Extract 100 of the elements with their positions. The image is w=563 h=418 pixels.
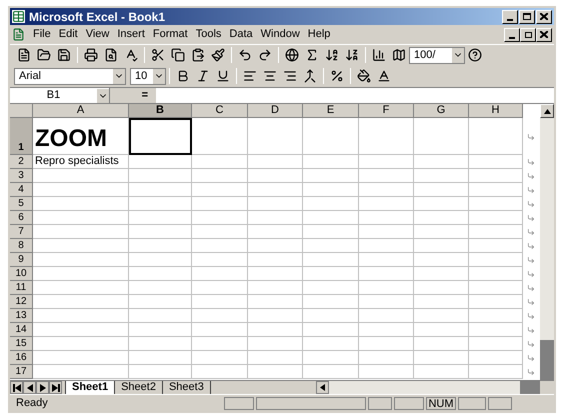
row-header[interactable]: 12 xyxy=(10,295,33,309)
table-cell[interactable] xyxy=(33,337,129,351)
table-cell[interactable] xyxy=(469,323,523,337)
table-cell[interactable] xyxy=(33,323,129,337)
row-header[interactable]: 16 xyxy=(10,351,33,365)
table-cell[interactable] xyxy=(359,365,414,379)
scroll-left-icon[interactable] xyxy=(316,381,329,394)
menu-item[interactable]: Insert xyxy=(113,26,149,43)
table-cell[interactable] xyxy=(469,253,523,267)
table-cell[interactable] xyxy=(248,267,303,281)
row-header[interactable]: 5 xyxy=(10,197,33,211)
column-header[interactable]: H xyxy=(469,104,523,118)
menu-item[interactable]: Data xyxy=(225,26,257,43)
table-cell[interactable] xyxy=(303,155,359,169)
table-cell[interactable] xyxy=(248,365,303,379)
table-cell[interactable] xyxy=(129,155,192,169)
table-cell[interactable] xyxy=(129,197,192,211)
table-cell[interactable] xyxy=(192,337,248,351)
table-cell[interactable] xyxy=(359,239,414,253)
table-cell[interactable] xyxy=(359,295,414,309)
table-cell[interactable] xyxy=(414,225,469,239)
table-cell[interactable] xyxy=(414,365,469,379)
table-cell[interactable] xyxy=(192,295,248,309)
table-cell[interactable] xyxy=(414,253,469,267)
table-cell[interactable] xyxy=(303,183,359,197)
table-cell[interactable] xyxy=(359,155,414,169)
table-cell[interactable] xyxy=(414,309,469,323)
table-cell[interactable] xyxy=(248,197,303,211)
table-cell[interactable] xyxy=(33,309,129,323)
table-cell[interactable] xyxy=(192,155,248,169)
table-cell[interactable] xyxy=(248,211,303,225)
row-header[interactable]: 13 xyxy=(10,309,33,323)
table-cell[interactable] xyxy=(359,351,414,365)
table-cell[interactable] xyxy=(469,309,523,323)
table-cell[interactable] xyxy=(303,197,359,211)
table-cell[interactable] xyxy=(129,323,192,337)
table-cell[interactable] xyxy=(469,211,523,225)
font-dropdown[interactable]: Arial xyxy=(14,68,126,84)
table-cell[interactable] xyxy=(248,239,303,253)
table-cell[interactable] xyxy=(469,337,523,351)
table-cell[interactable] xyxy=(248,281,303,295)
table-cell[interactable] xyxy=(33,351,129,365)
table-cell[interactable] xyxy=(129,239,192,253)
scrollbar-thumb[interactable] xyxy=(540,340,554,380)
table-cell[interactable] xyxy=(414,155,469,169)
table-cell[interactable] xyxy=(33,295,129,309)
table-cell[interactable] xyxy=(192,211,248,225)
select-all-corner[interactable] xyxy=(10,104,33,118)
sheet-tab[interactable]: Sheet1 xyxy=(65,380,116,394)
table-cell[interactable] xyxy=(469,197,523,211)
table-cell[interactable] xyxy=(303,253,359,267)
table-cell[interactable] xyxy=(359,197,414,211)
table-cell[interactable] xyxy=(303,295,359,309)
table-cell[interactable] xyxy=(414,169,469,183)
table-cell[interactable] xyxy=(303,365,359,379)
column-header[interactable]: B xyxy=(129,104,192,118)
menu-item[interactable]: Edit xyxy=(54,26,82,43)
table-cell[interactable] xyxy=(248,169,303,183)
row-header[interactable]: 4 xyxy=(10,183,33,197)
table-cell[interactable] xyxy=(129,281,192,295)
table-cell[interactable] xyxy=(129,365,192,379)
scroll-up-icon[interactable] xyxy=(540,104,554,118)
table-cell[interactable] xyxy=(359,183,414,197)
table-cell[interactable] xyxy=(469,351,523,365)
table-cell[interactable] xyxy=(192,323,248,337)
table-cell[interactable] xyxy=(303,323,359,337)
table-cell[interactable] xyxy=(248,337,303,351)
table-cell[interactable] xyxy=(248,155,303,169)
table-cell[interactable] xyxy=(359,211,414,225)
table-cell[interactable] xyxy=(192,239,248,253)
row-header[interactable]: 17 xyxy=(10,365,33,379)
table-cell[interactable] xyxy=(192,225,248,239)
column-header[interactable]: E xyxy=(303,104,359,118)
minimize-button[interactable] xyxy=(502,10,518,24)
table-cell[interactable] xyxy=(33,197,129,211)
table-cell[interactable] xyxy=(129,351,192,365)
row-header[interactable]: 7 xyxy=(10,225,33,239)
horizontal-scrollbar[interactable] xyxy=(316,381,540,394)
row-header[interactable]: 6 xyxy=(10,211,33,225)
table-cell[interactable] xyxy=(192,267,248,281)
table-cell[interactable] xyxy=(248,295,303,309)
table-cell[interactable] xyxy=(359,169,414,183)
row-header[interactable]: 15 xyxy=(10,337,33,351)
table-cell[interactable] xyxy=(359,267,414,281)
table-cell[interactable] xyxy=(469,183,523,197)
row-header[interactable]: 14 xyxy=(10,323,33,337)
table-cell[interactable] xyxy=(248,309,303,323)
table-cell[interactable] xyxy=(192,118,248,155)
table-cell[interactable] xyxy=(192,365,248,379)
formula-equals[interactable]: = xyxy=(142,87,148,104)
table-cell[interactable] xyxy=(414,323,469,337)
table-cell[interactable] xyxy=(192,309,248,323)
table-cell[interactable] xyxy=(469,295,523,309)
row-header[interactable]: 2 xyxy=(10,155,33,169)
table-cell[interactable] xyxy=(33,281,129,295)
column-header[interactable]: G xyxy=(414,104,469,118)
table-cell[interactable] xyxy=(303,281,359,295)
table-cell[interactable] xyxy=(303,211,359,225)
minimize-button[interactable] xyxy=(504,28,520,42)
table-cell[interactable] xyxy=(303,337,359,351)
